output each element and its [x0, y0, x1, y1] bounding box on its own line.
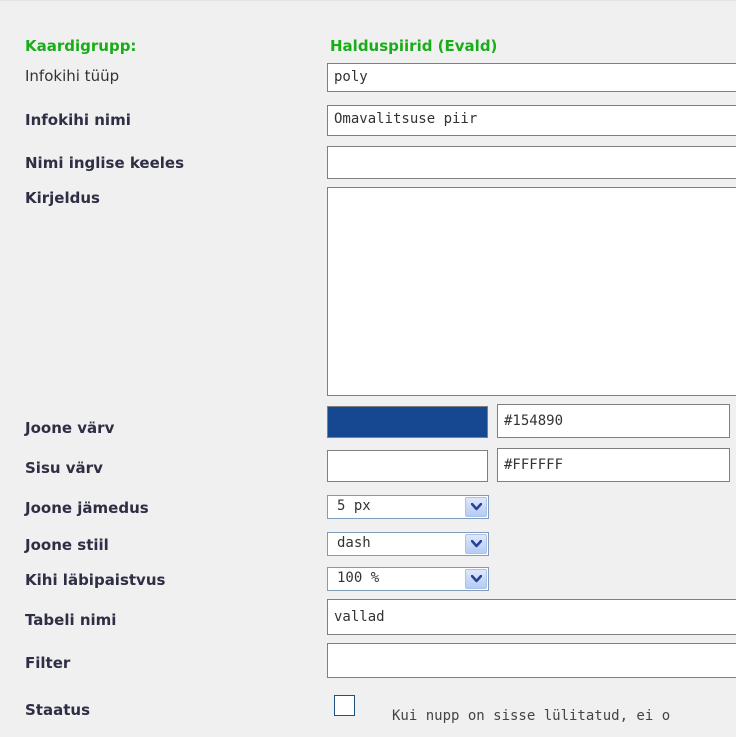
table-name-input[interactable]: vallad — [327, 599, 736, 635]
line-color-label: Joone värv — [25, 419, 115, 437]
line-style-selected: dash — [337, 535, 371, 551]
map-group-value: Halduspiirid (Evald) — [330, 37, 498, 55]
table-name-label: Tabeli nimi — [25, 611, 117, 629]
map-group-label: Kaardigrupp: — [25, 37, 137, 55]
line-width-selected: 5 px — [337, 498, 371, 514]
line-style-select[interactable]: dash — [327, 532, 489, 556]
line-width-select[interactable]: 5 px — [327, 495, 489, 519]
layer-type-field[interactable]: poly — [327, 63, 736, 92]
opacity-select[interactable]: 100 % — [327, 567, 489, 591]
layer-name-label: Infokihi nimi — [25, 111, 131, 129]
line-width-label: Joone jämedus — [25, 499, 149, 517]
fill-color-label: Sisu värv — [25, 459, 103, 477]
english-name-label: Nimi inglise keeles — [25, 154, 185, 172]
opacity-label: Kihi läbipaistvus — [25, 571, 166, 589]
filter-input[interactable] — [327, 643, 736, 678]
line-color-swatch[interactable] — [327, 406, 488, 438]
fill-color-hex-input[interactable]: #FFFFFF — [497, 448, 730, 482]
chevron-down-icon[interactable] — [465, 569, 487, 589]
layer-type-label: Infokihi tüüp — [25, 67, 120, 85]
status-hint-text: Kui nupp on sisse lülitatud, ei o — [392, 708, 671, 724]
opacity-selected: 100 % — [337, 570, 380, 586]
chevron-down-icon[interactable] — [465, 534, 487, 554]
english-name-input[interactable] — [327, 146, 736, 179]
filter-label: Filter — [25, 654, 71, 672]
description-textarea[interactable] — [327, 187, 736, 396]
status-label: Staatus — [25, 701, 90, 719]
description-label: Kirjeldus — [25, 189, 100, 207]
chevron-down-icon[interactable] — [465, 497, 487, 517]
layer-settings-form: Kaardigrupp: Halduspiirid (Evald) Infoki… — [0, 0, 736, 737]
layer-name-input[interactable]: Omavalitsuse piir — [327, 105, 736, 136]
line-color-hex-input[interactable]: #154890 — [497, 404, 730, 438]
status-checkbox[interactable] — [334, 695, 355, 716]
fill-color-swatch[interactable] — [327, 450, 488, 482]
line-style-label: Joone stiil — [25, 536, 109, 554]
